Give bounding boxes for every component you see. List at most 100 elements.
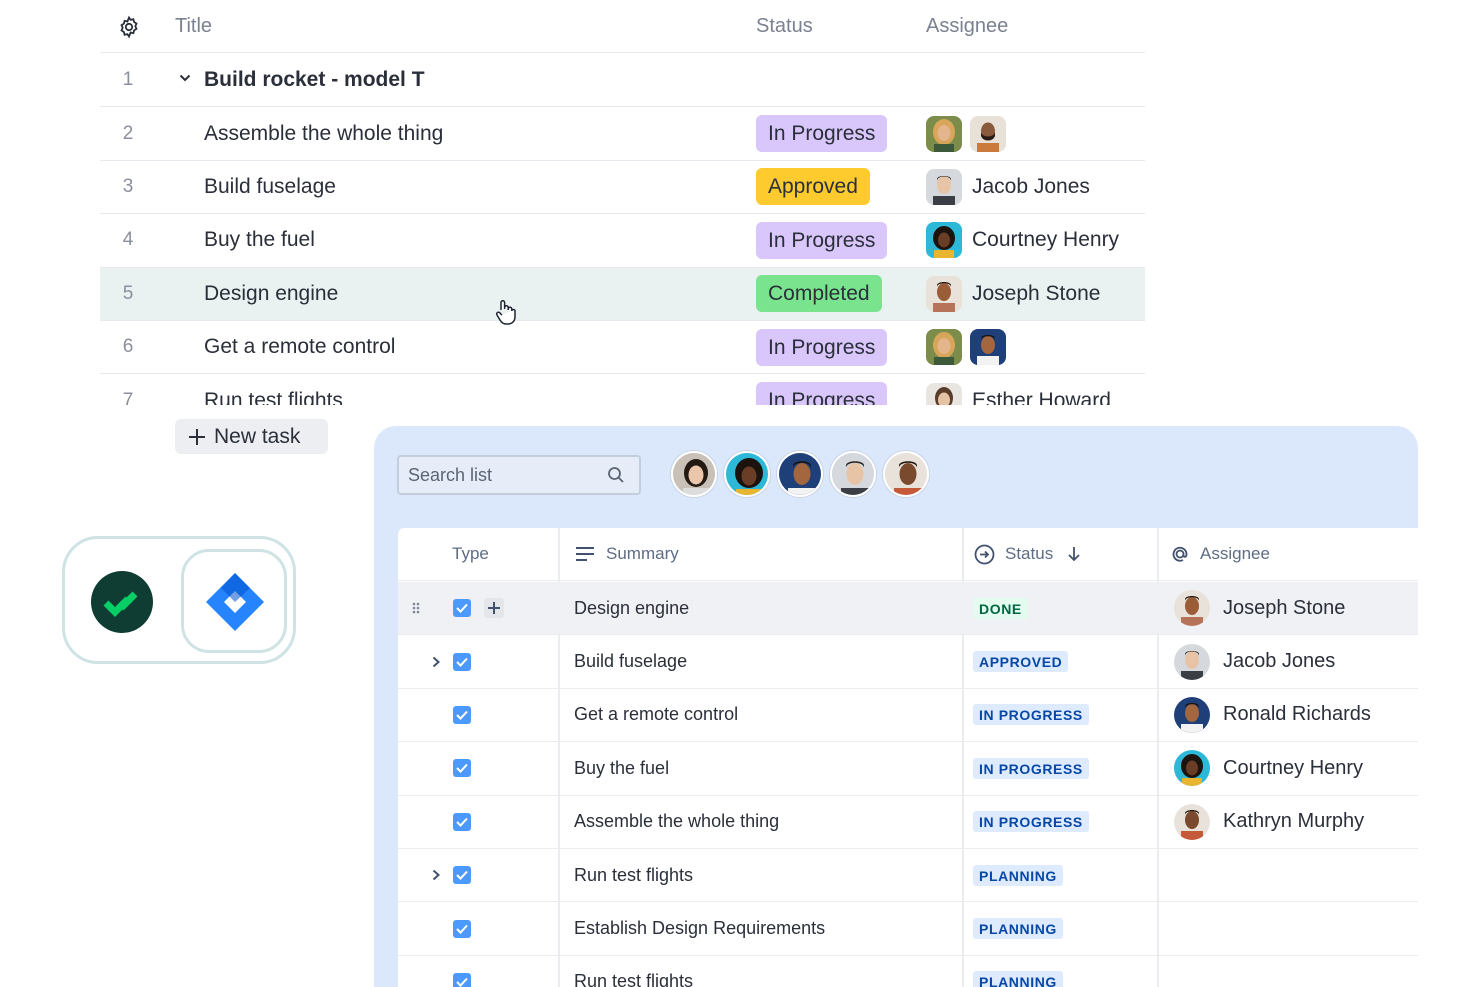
- assignee-name: Esther Howard: [972, 388, 1111, 405]
- assignee-name: Courtney Henry: [1223, 756, 1364, 779]
- sort-down-icon[interactable]: [1067, 546, 1081, 562]
- task-table-panel: Title Status Assignee 1 Build rocket - m…: [100, 0, 1145, 466]
- table-row[interactable]: Design engine DONE Joseph Stone: [398, 582, 1418, 636]
- assignee-name: Courtney Henry: [972, 228, 1120, 252]
- checkbox-icon[interactable]: [453, 812, 471, 831]
- table-row[interactable]: Run test flights PLANNING: [398, 849, 1418, 903]
- jira-logo-frame: [181, 549, 287, 653]
- avatar[interactable]: [926, 275, 962, 312]
- table-row[interactable]: Run test flights PLANNING: [398, 956, 1418, 987]
- checkbox-icon[interactable]: [453, 866, 471, 885]
- integration-logos: [62, 536, 296, 664]
- checkbox-icon[interactable]: [453, 972, 471, 987]
- drag-handle-icon[interactable]: [412, 602, 420, 614]
- column-header-assignee[interactable]: Assignee: [926, 15, 1008, 38]
- task-table: Title Status Assignee 1 Build rocket - m…: [100, 0, 1145, 405]
- avatar[interactable]: [926, 329, 962, 366]
- gear-icon[interactable]: [117, 15, 141, 45]
- avatar: [1174, 590, 1210, 627]
- at-sign-icon: [1172, 547, 1188, 562]
- checkbox-icon[interactable]: [453, 599, 471, 618]
- row-number: 7: [122, 389, 134, 405]
- row-number: 1: [122, 69, 134, 91]
- status-pill[interactable]: In Progress: [756, 382, 888, 405]
- checkbox-icon[interactable]: [453, 759, 471, 778]
- status-pill[interactable]: In Progress: [756, 328, 888, 366]
- status-pill[interactable]: In Progress: [756, 115, 888, 153]
- row-number: 4: [122, 229, 134, 251]
- status-lozenge[interactable]: PLANNING: [973, 864, 1063, 886]
- avatar[interactable]: [926, 382, 962, 405]
- issue-summary[interactable]: Assemble the whole thing: [574, 811, 779, 832]
- table-header: Type Summary Status Assignee: [398, 528, 1418, 582]
- add-child-button[interactable]: [484, 598, 504, 619]
- assignee-name: Jacob Jones: [972, 174, 1090, 198]
- status-pill[interactable]: In Progress: [756, 221, 888, 259]
- table-row[interactable]: 2 Assemble the whole thing In Progress: [100, 107, 1145, 161]
- status-lozenge[interactable]: APPROVED: [973, 651, 1069, 673]
- status-pill[interactable]: Completed: [756, 275, 882, 313]
- column-header-summary[interactable]: Summary: [606, 544, 679, 564]
- issue-summary[interactable]: Run test flights: [574, 865, 693, 886]
- chevron-right-icon[interactable]: [431, 869, 441, 881]
- table-row[interactable]: Build fuselage APPROVED Jacob Jones: [398, 635, 1418, 689]
- issue-summary[interactable]: Establish Design Requirements: [574, 918, 825, 939]
- avatar[interactable]: [671, 451, 717, 497]
- group-row[interactable]: 1 Build rocket - model T: [100, 54, 1145, 108]
- avatar[interactable]: [926, 222, 962, 259]
- avatar[interactable]: [970, 329, 1006, 366]
- task-title[interactable]: Assemble the whole thing: [204, 122, 443, 146]
- summary-lines-icon: [576, 547, 594, 562]
- avatar[interactable]: [970, 115, 1006, 152]
- issue-summary[interactable]: Design engine: [574, 598, 689, 619]
- chevron-right-icon[interactable]: [431, 656, 441, 668]
- status-lozenge[interactable]: IN PROGRESS: [973, 811, 1089, 833]
- column-header-type[interactable]: Type: [452, 544, 489, 564]
- search-input[interactable]: Search list: [397, 455, 641, 495]
- issue-summary[interactable]: Run test flights: [574, 971, 693, 987]
- status-lozenge[interactable]: IN PROGRESS: [973, 704, 1089, 726]
- table-row[interactable]: 5 Design engine Completed Joseph Stone: [100, 267, 1145, 325]
- new-task-button[interactable]: New task: [175, 419, 328, 454]
- wrike-logo: [91, 571, 153, 633]
- task-title[interactable]: Design engine: [204, 282, 338, 306]
- status-lozenge[interactable]: DONE: [973, 597, 1028, 619]
- column-header-title[interactable]: Title: [175, 15, 212, 38]
- column-header-status[interactable]: Status: [756, 15, 813, 38]
- checkbox-icon[interactable]: [453, 705, 471, 724]
- status-lozenge[interactable]: PLANNING: [973, 971, 1063, 987]
- task-title[interactable]: Build fuselage: [204, 175, 336, 199]
- table-row[interactable]: 4 Buy the fuel In Progress Courtney Henr…: [100, 214, 1145, 268]
- avatar[interactable]: [724, 451, 770, 497]
- status-lozenge[interactable]: IN PROGRESS: [973, 757, 1089, 779]
- checkbox-icon[interactable]: [453, 919, 471, 938]
- search-icon[interactable]: [607, 466, 625, 484]
- checkbox-icon[interactable]: [453, 652, 471, 671]
- column-header-status[interactable]: Status: [1005, 544, 1053, 564]
- status-lozenge[interactable]: PLANNING: [973, 918, 1063, 940]
- task-title[interactable]: Run test flights: [204, 389, 343, 405]
- avatar[interactable]: [777, 451, 823, 497]
- avatar: [1174, 750, 1210, 787]
- chevron-down-icon[interactable]: [179, 72, 191, 84]
- table-row[interactable]: Assemble the whole thing IN PROGRESS Kat…: [398, 796, 1418, 849]
- status-pill[interactable]: Approved: [756, 168, 870, 206]
- column-header-assignee[interactable]: Assignee: [1200, 544, 1270, 564]
- assignee-name: Joseph Stone: [1223, 596, 1346, 619]
- avatar[interactable]: [883, 451, 929, 497]
- table-row[interactable]: 6 Get a remote control In Progress: [100, 321, 1145, 375]
- table-row[interactable]: 7 Run test flights In Progress Esther Ho…: [100, 374, 1145, 405]
- table-row[interactable]: 3 Build fuselage Approved Jacob Jones: [100, 161, 1145, 215]
- task-title[interactable]: Buy the fuel: [204, 228, 315, 252]
- table-row[interactable]: Get a remote control IN PROGRESS Ronald …: [398, 689, 1418, 743]
- table-row[interactable]: Establish Design Requirements PLANNING: [398, 902, 1418, 956]
- issue-summary[interactable]: Buy the fuel: [574, 758, 669, 779]
- avatar[interactable]: [926, 115, 962, 152]
- table-header: Title Status Assignee: [100, 0, 1145, 53]
- issue-summary[interactable]: Build fuselage: [574, 651, 687, 672]
- task-title[interactable]: Get a remote control: [204, 335, 395, 359]
- table-row[interactable]: Buy the fuel IN PROGRESS Courtney Henry: [398, 742, 1418, 796]
- avatar[interactable]: [926, 168, 962, 205]
- issue-summary[interactable]: Get a remote control: [574, 704, 738, 725]
- avatar[interactable]: [830, 451, 876, 497]
